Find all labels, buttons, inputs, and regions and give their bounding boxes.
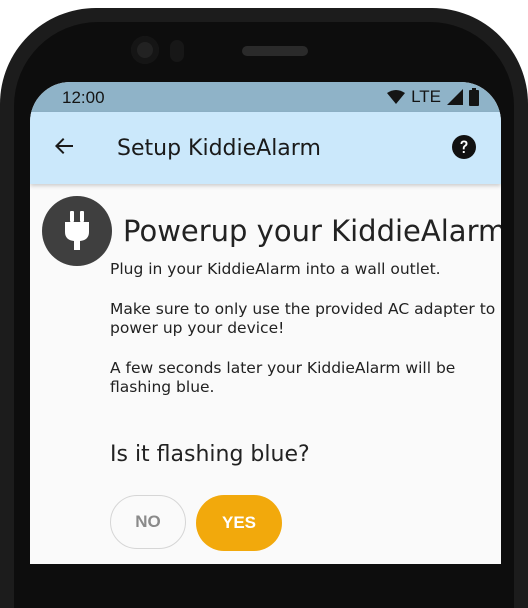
arrow-back-icon[interactable] (52, 134, 76, 158)
power-plug-icon (65, 211, 89, 250)
instruction-paragraph: Make sure to only use the provided AC ad… (110, 300, 496, 337)
no-button[interactable]: NO (110, 495, 186, 549)
earpiece-speaker (242, 46, 308, 56)
app-bar: Setup KiddieAlarm (30, 112, 501, 184)
step-icon-badge (42, 196, 112, 266)
proximity-sensor (170, 40, 184, 62)
status-time: 12:00 (62, 88, 105, 107)
status-bar: 12:00 LTE (30, 82, 501, 112)
wifi-icon (387, 90, 406, 104)
step-heading: Powerup your KiddieAlarm (123, 214, 501, 248)
yes-button[interactable]: YES (196, 495, 282, 551)
battery-icon (469, 88, 479, 106)
help-circle-icon[interactable] (451, 134, 477, 160)
setup-step-content: Powerup your KiddieAlarm Plug in your Ki… (30, 184, 501, 564)
app-bar-title: Setup KiddieAlarm (117, 136, 321, 161)
status-icons: LTE (387, 87, 479, 107)
network-type: LTE (411, 87, 441, 106)
front-camera (131, 36, 159, 64)
signal-icon (447, 89, 463, 105)
instruction-paragraph: A few seconds later your KiddieAlarm wil… (110, 359, 456, 396)
confirmation-question: Is it flashing blue? (110, 442, 310, 467)
phone-screen: 12:00 LTE Setup KiddieAlarm Powerup your… (30, 82, 501, 564)
instruction-paragraph: Plug in your KiddieAlarm into a wall out… (110, 260, 441, 278)
